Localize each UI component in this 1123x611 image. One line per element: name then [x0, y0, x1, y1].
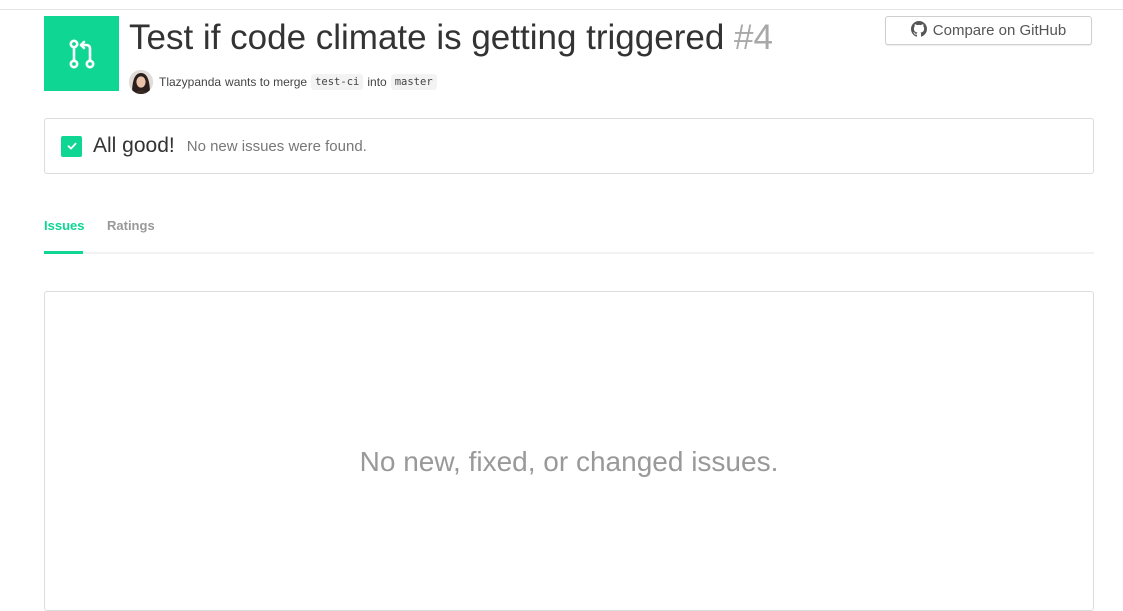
author-name[interactable]: Tlazypanda: [159, 75, 221, 89]
status-message: No new issues were found.: [186, 137, 367, 155]
top-divider: [0, 9, 1123, 10]
issues-panel: No new, fixed, or changed issues.: [44, 291, 1094, 611]
pr-meta: Tlazypanda wants to merge test-ci into m…: [129, 70, 441, 94]
checkmark-icon: [61, 135, 82, 157]
status-title: All good!: [93, 134, 175, 157]
status-banner: All good! No new issues were found.: [44, 118, 1094, 174]
compare-on-github-button[interactable]: Compare on GitHub: [885, 16, 1092, 45]
tab-bar: Issues Ratings: [44, 209, 1094, 254]
pr-title: Test if code climate is getting triggere…: [129, 18, 725, 57]
into-text: into: [367, 75, 387, 89]
compare-button-label: Compare on GitHub: [932, 22, 1067, 39]
merge-text: wants to merge: [225, 75, 308, 89]
tab-issues[interactable]: Issues: [44, 209, 84, 254]
pr-number: #4: [734, 18, 773, 57]
github-icon: [910, 20, 927, 41]
tab-ratings[interactable]: Ratings: [107, 209, 155, 254]
page-title: Test if code climate is getting triggere…: [129, 16, 773, 60]
source-branch: test-ci: [311, 74, 364, 90]
avatar[interactable]: [129, 70, 153, 94]
pull-request-icon: [44, 16, 119, 91]
empty-state-message: No new, fixed, or changed issues.: [359, 446, 779, 477]
target-branch: master: [390, 74, 437, 90]
